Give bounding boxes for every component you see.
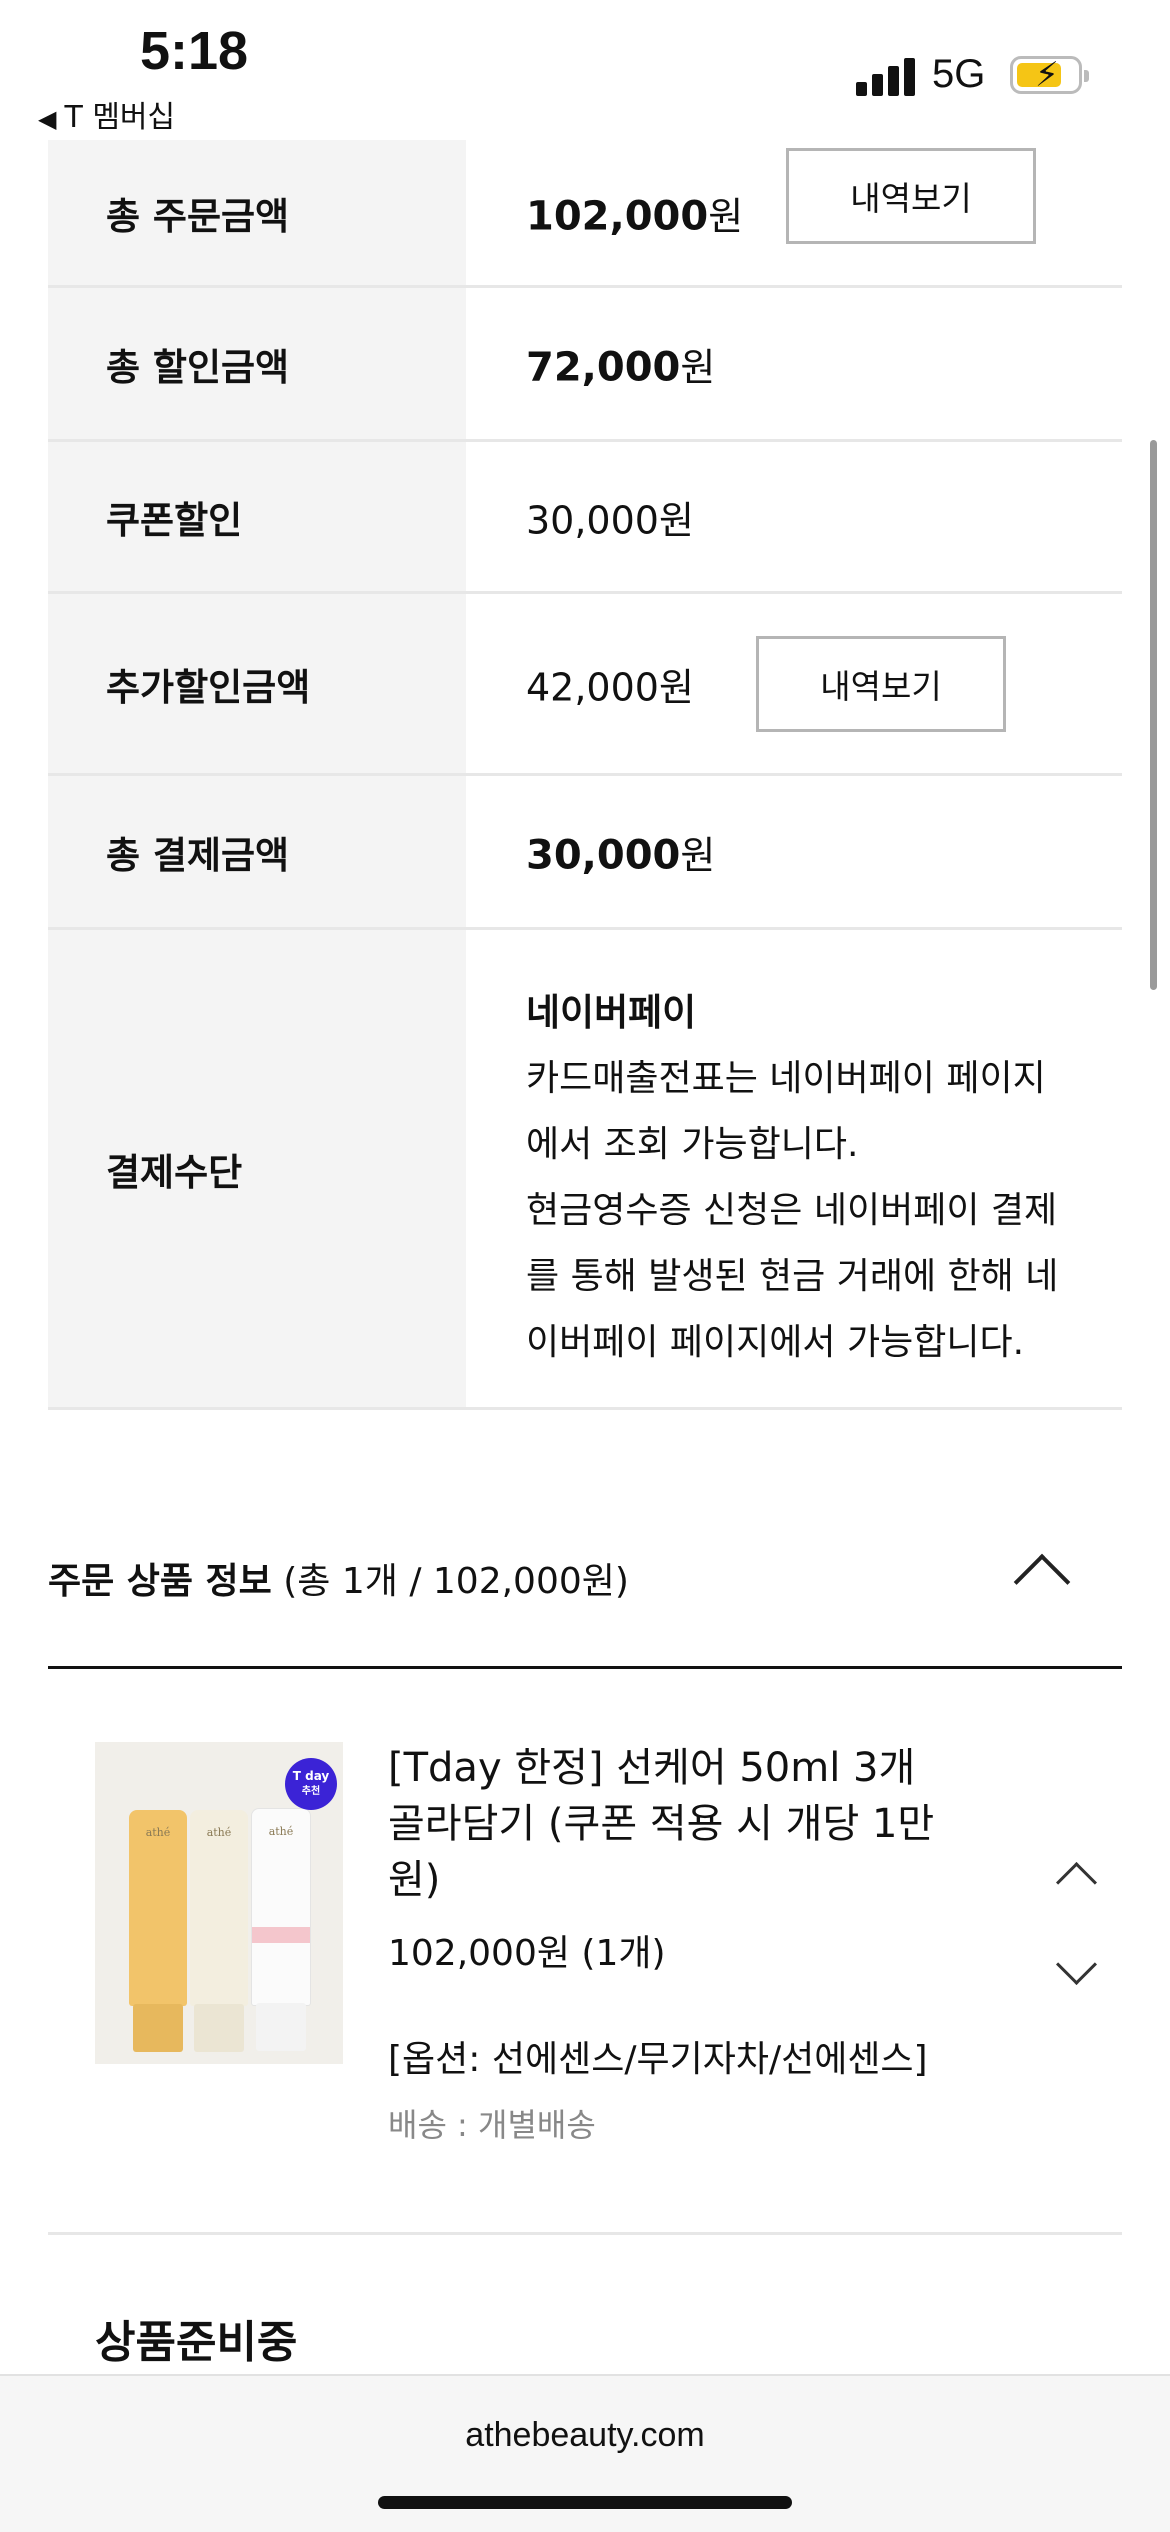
payment-note-line: 이버페이 페이지에서 가능합니다. — [526, 1322, 1025, 1363]
home-indicator[interactable] — [378, 2496, 792, 2509]
row-value: 30,000원 — [526, 832, 716, 878]
row-value: 42,000원 — [526, 665, 694, 709]
chevron-up-icon[interactable] — [1055, 1861, 1098, 1904]
tday-badge: T day 추천 — [285, 1758, 337, 1810]
summary-row-total-order: 총 주문금액 102,000원 내역보기 — [48, 140, 1122, 288]
back-triangle-icon: ◀ — [38, 105, 57, 133]
payment-note-line: 현금영수증 신청은 네이버페이 결제 — [526, 1190, 1058, 1231]
summary-row-total-discount: 총 할인금액 72,000원 — [48, 288, 1122, 442]
chevron-down-icon[interactable] — [1055, 1943, 1098, 1986]
battery-charging-icon: ⚡ — [1010, 55, 1089, 95]
product-tube-cream: athé — [190, 1810, 248, 2052]
payment-method-name: 네이버페이 — [526, 991, 697, 1034]
row-label: 추가할인금액 — [106, 665, 311, 709]
product-option: [옵션: 선에센스/무기자차/선에센스] — [388, 2039, 928, 2080]
summary-row-total-payment: 총 결제금액 30,000원 — [48, 776, 1122, 930]
row-label: 총 주문금액 — [106, 194, 290, 238]
collapse-chevron-up-icon[interactable] — [1013, 1553, 1071, 1611]
section-divider — [48, 1666, 1122, 1669]
payment-note-line: 를 통해 발생된 현금 거래에 한해 네 — [526, 1256, 1059, 1297]
product-name[interactable]: [Tday 한정] 선케어 50ml 3개 골라담기 (쿠폰 적용 시 개당 1… — [388, 1740, 988, 1908]
row-label: 총 결제금액 — [106, 833, 290, 877]
payment-method-row: 결제수단 네이버페이 카드매출전표는 네이버페이 페이지 에서 조회 가능합니다… — [48, 930, 1122, 1410]
row-value: 72,000원 — [526, 344, 716, 390]
browser-bottom-bar: athebeauty.com — [0, 2374, 1170, 2532]
status-bar: 5:18 ◀ T 멤버십 5G ⚡ — [0, 0, 1170, 140]
row-label: 총 할인금액 — [106, 345, 290, 389]
order-status-heading: 상품준비중 — [95, 2317, 298, 2368]
shipping-type: 배송 : 개별배송 — [388, 2106, 596, 2144]
cellular-signal-icon — [856, 56, 916, 96]
order-items-title: 주문 상품 정보 — [48, 1561, 272, 1602]
product-tube-white: athé — [251, 1808, 311, 2051]
back-to-app-link[interactable]: ◀ T 멤버십 — [38, 92, 175, 136]
row-value: 102,000원 — [526, 193, 744, 239]
payment-note-line: 카드매출전표는 네이버페이 페이지 — [526, 1058, 1046, 1099]
order-items-summary: (총 1개 / 102,000원) — [283, 1561, 629, 1602]
item-divider — [48, 2232, 1122, 2235]
summary-row-coupon-discount: 쿠폰할인 30,000원 — [48, 442, 1122, 594]
product-tube-yellow: athé — [129, 1810, 187, 2052]
payment-method-info: 네이버페이 카드매출전표는 네이버페이 페이지 에서 조회 가능합니다. 현금영… — [526, 980, 1086, 1376]
summary-row-extra-discount: 추가할인금액 42,000원 내역보기 — [48, 594, 1122, 776]
back-app-label: T 멤버십 — [64, 100, 176, 135]
scrollbar[interactable] — [1150, 440, 1157, 990]
order-items-header[interactable]: 주문 상품 정보 (총 1개 / 102,000원) — [48, 1552, 629, 1604]
url-display[interactable]: athebeauty.com — [0, 2416, 1170, 2455]
product-thumbnail[interactable]: athé athé athé T day 추천 — [95, 1742, 343, 2064]
view-extra-discount-button[interactable]: 내역보기 — [756, 636, 1006, 732]
row-value: 30,000원 — [526, 498, 694, 542]
product-price: 102,000원 (1개) — [388, 1933, 666, 1974]
payment-note-line: 에서 조회 가능합니다. — [526, 1124, 859, 1165]
view-history-button[interactable]: 내역보기 — [786, 148, 1036, 244]
clock: 5:18 — [140, 21, 249, 81]
row-label: 결제수단 — [106, 1150, 243, 1194]
row-label: 쿠폰할인 — [106, 498, 243, 542]
network-type: 5G — [932, 52, 986, 96]
